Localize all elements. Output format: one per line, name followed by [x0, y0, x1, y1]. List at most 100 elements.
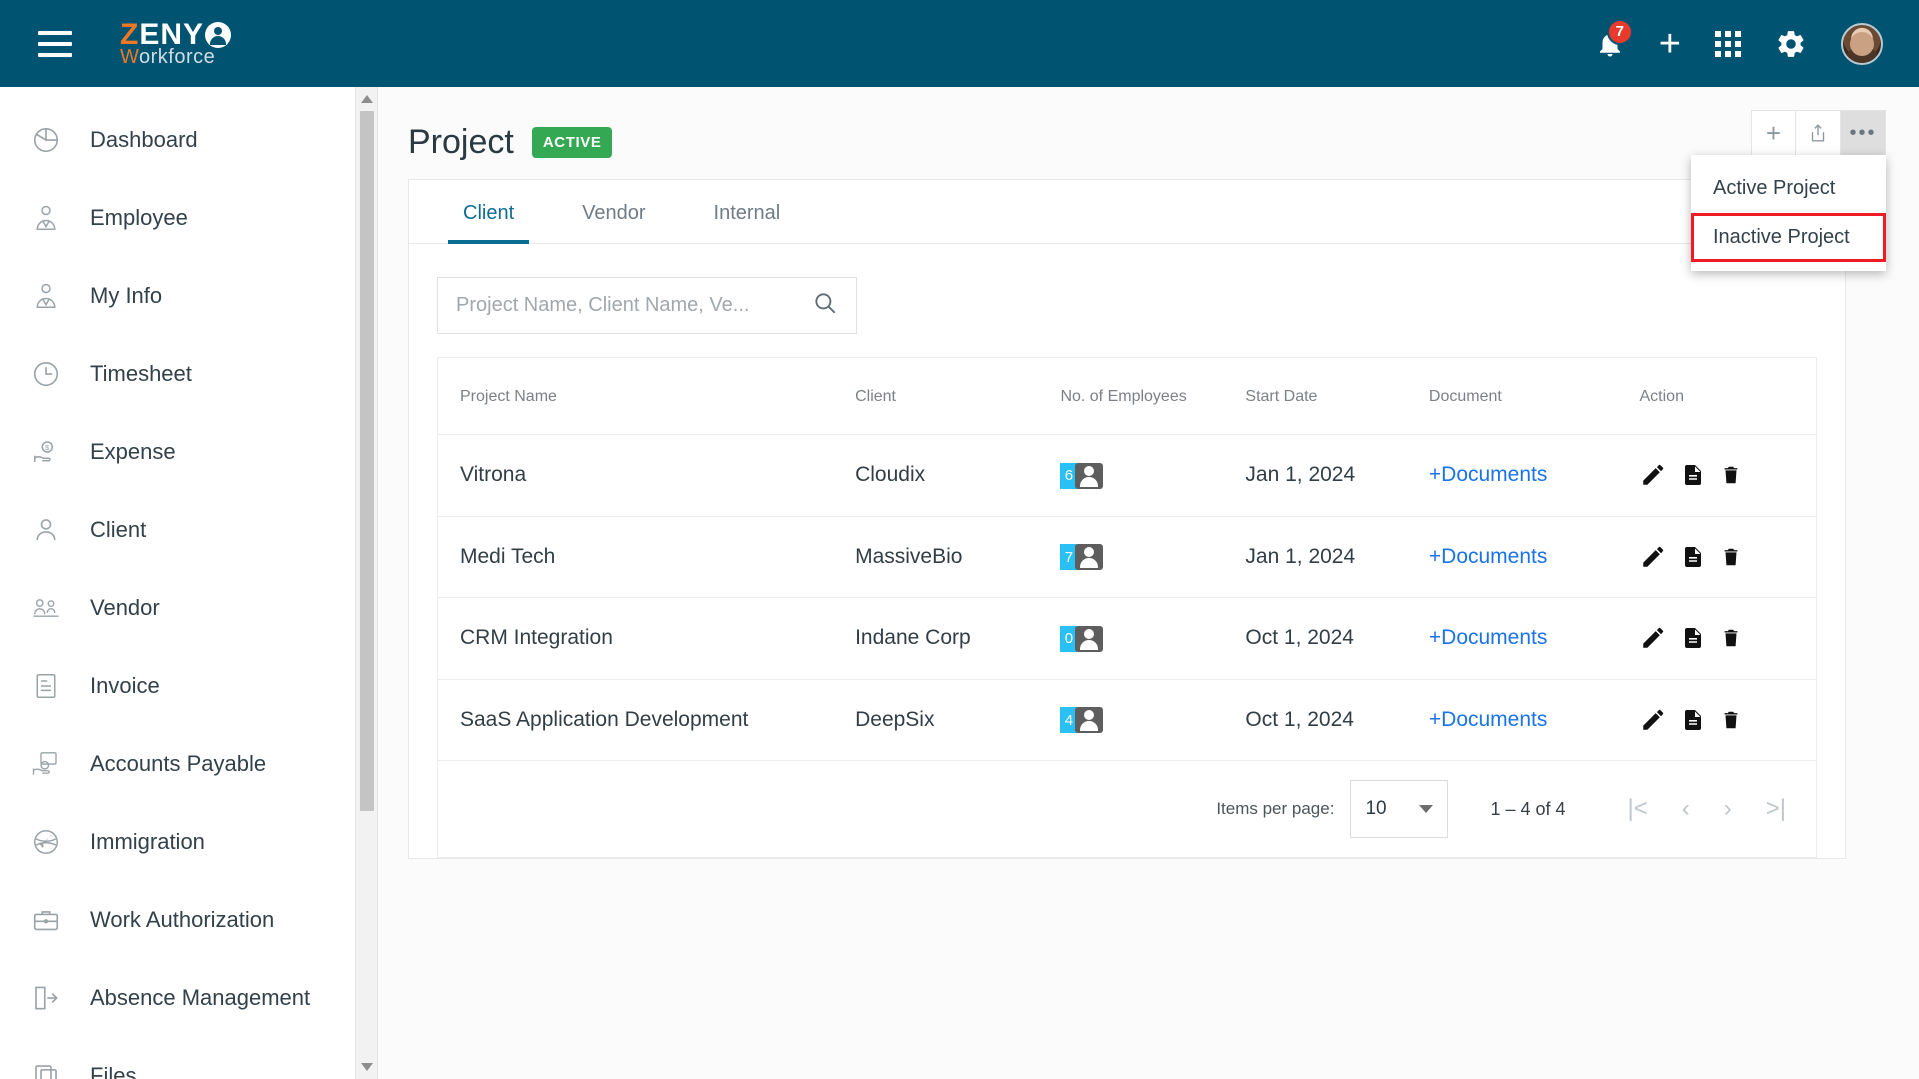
page-title: Project	[408, 122, 514, 161]
sidebar-item-accounts-payable[interactable]: Accounts Payable	[0, 725, 377, 803]
export-button[interactable]	[1796, 110, 1841, 156]
project-filter-dropdown: Active Project Inactive Project	[1691, 155, 1886, 271]
tab-vendor[interactable]: Vendor	[576, 180, 651, 243]
app-logo[interactable]: Z ENY Workforce	[120, 20, 232, 67]
cell-project-name: SaaS Application Development	[438, 679, 856, 761]
sidebar-item-client[interactable]: Client	[0, 491, 377, 569]
logo-person-mark-icon	[205, 22, 232, 48]
document-icon[interactable]	[1681, 462, 1705, 488]
user-avatar[interactable]	[1841, 22, 1883, 65]
add-documents-link[interactable]: +Documents	[1429, 626, 1547, 649]
sidebar-item-dashboard[interactable]: Dashboard	[0, 101, 377, 179]
cell-actions	[1639, 516, 1816, 598]
edit-pencil-icon[interactable]	[1640, 544, 1666, 570]
first-page-button[interactable]: |<	[1628, 797, 1648, 821]
search-input[interactable]	[456, 294, 812, 317]
sidebar-item-label: Absence Management	[90, 985, 311, 1010]
plus-icon: +	[1658, 22, 1681, 65]
airplane-globe-icon	[26, 822, 66, 862]
table-row[interactable]: CRM Integration Indane Corp 0 Oct 1, 202…	[438, 597, 1817, 680]
gear-icon	[1778, 30, 1804, 57]
row-actions	[1640, 625, 1817, 651]
add-documents-link[interactable]: +Documents	[1429, 708, 1547, 731]
edit-pencil-icon[interactable]	[1640, 707, 1666, 733]
sidebar-item-timesheet[interactable]: Timesheet	[0, 335, 377, 413]
cell-document: +Documents	[1428, 434, 1640, 517]
sidebar-item-expense[interactable]: $ Expense	[0, 413, 377, 491]
row-actions	[1640, 707, 1817, 733]
document-icon[interactable]	[1681, 707, 1705, 733]
search-box[interactable]	[437, 277, 857, 334]
last-page-button[interactable]: >|	[1766, 797, 1786, 821]
search-icon[interactable]	[812, 290, 838, 321]
sidebar-item-my-info[interactable]: My Info	[0, 257, 377, 335]
tab-internal[interactable]: Internal	[708, 180, 787, 243]
cell-employees: 4	[1060, 679, 1246, 761]
tab-label: Vendor	[582, 202, 646, 224]
dropdown-item-inactive-project[interactable]: Inactive Project	[1691, 213, 1886, 262]
scroll-up-arrow-icon[interactable]	[361, 95, 373, 103]
add-button[interactable]: +	[1659, 25, 1681, 63]
sidebar-item-label: Expense	[90, 439, 176, 464]
add-documents-link[interactable]: +Documents	[1429, 545, 1547, 568]
person-icon	[1075, 707, 1104, 733]
cell-actions	[1639, 679, 1817, 761]
row-actions	[1640, 462, 1817, 488]
sidebar-item-label: Timesheet	[90, 361, 192, 386]
delete-trash-icon[interactable]	[1720, 625, 1742, 651]
pagination-range-label: 1 – 4 of 4	[1490, 798, 1566, 819]
sidebar-item-label: Files	[90, 1063, 137, 1079]
previous-page-button[interactable]: ‹	[1682, 797, 1690, 821]
next-page-button[interactable]: ›	[1724, 797, 1732, 821]
tab-client[interactable]: Client	[447, 180, 530, 244]
sidebar-item-absence-management[interactable]: Absence Management	[0, 959, 377, 1037]
delete-trash-icon[interactable]	[1720, 462, 1742, 488]
expense-hand-money-icon: $	[26, 432, 66, 472]
add-project-button[interactable]: +	[1751, 110, 1796, 156]
sidebar-item-label: Employee	[90, 205, 188, 230]
briefcase-icon	[26, 900, 66, 940]
sidebar-item-vendor[interactable]: Vendor	[0, 569, 377, 647]
employee-count-chip: 0	[1060, 625, 1104, 652]
cell-employees: 6	[1060, 434, 1246, 517]
sidebar-item-label: Immigration	[90, 829, 205, 854]
sidebar-navigation: Dashboard Employee My Info Timesheet $ E…	[0, 87, 378, 1079]
dropdown-item-active-project[interactable]: Active Project	[1691, 164, 1886, 213]
employee-count-chip: 6	[1060, 462, 1104, 489]
table-row[interactable]: SaaS Application Development DeepSix 4 O…	[438, 679, 1816, 761]
add-documents-link[interactable]: +Documents	[1429, 463, 1547, 486]
delete-trash-icon[interactable]	[1720, 707, 1742, 733]
sidebar-item-work-authorization[interactable]: Work Authorization	[0, 881, 377, 959]
cell-client: MassiveBio	[855, 516, 1061, 598]
notifications-button[interactable]: 7	[1595, 18, 1633, 61]
sidebar-item-employee[interactable]: Employee	[0, 179, 377, 257]
sidebar-item-invoice[interactable]: Invoice	[0, 647, 377, 725]
cell-project-name: CRM Integration	[438, 597, 856, 680]
scroll-down-arrow-icon[interactable]	[361, 1063, 373, 1071]
sidebar-item-files[interactable]: Files	[0, 1037, 377, 1079]
edit-pencil-icon[interactable]	[1640, 625, 1666, 651]
document-icon[interactable]	[1681, 625, 1705, 651]
table-row[interactable]: Vitrona Cloudix 6 Jan 1, 2024 +Documents	[438, 434, 1817, 517]
table-row[interactable]: Medi Tech MassiveBio 7 Jan 1, 2024 +Docu…	[438, 516, 1816, 598]
scrollbar-thumb[interactable]	[360, 111, 374, 811]
settings-button[interactable]	[1775, 28, 1807, 60]
sidebar-scrollbar[interactable]	[355, 87, 377, 1079]
column-header-client: Client	[855, 358, 1061, 435]
header-actions: 7 +	[1595, 18, 1883, 65]
hamburger-menu-icon[interactable]	[38, 30, 72, 57]
tab-label: Internal	[713, 202, 781, 224]
sidebar-item-immigration[interactable]: Immigration	[0, 803, 377, 881]
invoice-document-icon	[26, 666, 66, 706]
more-options-button[interactable]: •••	[1841, 110, 1886, 156]
dropdown-item-label: Active Project	[1713, 177, 1836, 199]
clock-icon	[26, 354, 66, 394]
items-per-page-select[interactable]: 10	[1350, 780, 1449, 838]
delete-trash-icon[interactable]	[1720, 544, 1742, 570]
files-icon	[26, 1056, 66, 1079]
sidebar-item-label: Client	[90, 517, 147, 542]
apps-button[interactable]	[1715, 30, 1741, 57]
project-type-tabs: Client Vendor Internal	[409, 180, 1845, 244]
document-icon[interactable]	[1681, 544, 1705, 570]
edit-pencil-icon[interactable]	[1640, 462, 1666, 488]
